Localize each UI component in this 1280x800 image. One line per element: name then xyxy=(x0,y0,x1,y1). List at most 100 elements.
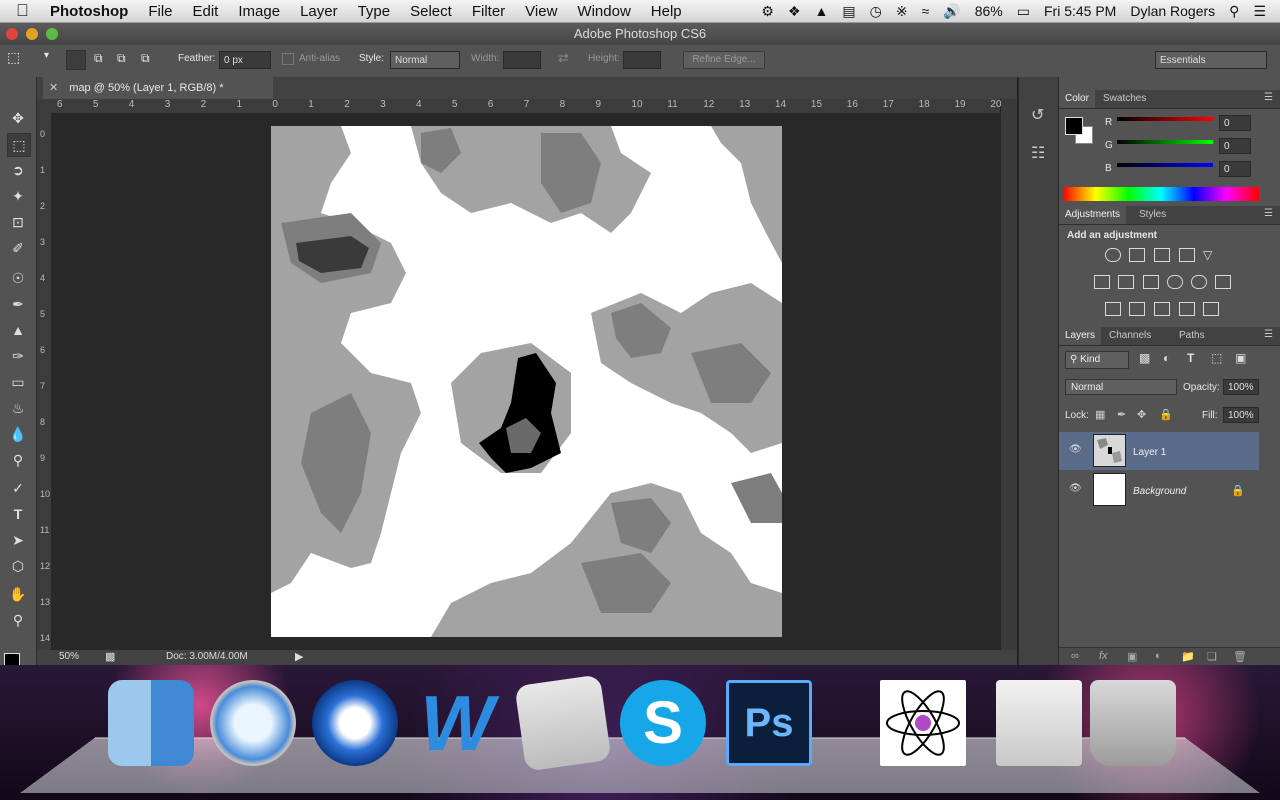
crop-tool-icon[interactable]: ⊡ xyxy=(7,211,29,233)
r-slider[interactable] xyxy=(1117,117,1213,121)
dodge-tool-icon[interactable]: ⚲ xyxy=(7,449,29,471)
vibrance-icon[interactable]: ▽ xyxy=(1203,248,1219,262)
lock-position-icon[interactable]: ✥ xyxy=(1137,408,1146,421)
antialias-checkbox[interactable] xyxy=(282,53,294,65)
height-input[interactable] xyxy=(623,51,661,69)
tab-channels[interactable]: Channels xyxy=(1103,327,1157,345)
document-tab[interactable]: ✕ map @ 50% (Layer 1, RGB/8) * xyxy=(43,77,273,99)
exposure-icon[interactable] xyxy=(1179,248,1195,262)
tab-layers[interactable]: Layers xyxy=(1059,327,1102,345)
menu-app-name[interactable]: Photoshop xyxy=(50,3,128,20)
add-to-selection-icon[interactable]: ⧉ xyxy=(94,51,103,66)
refine-edge-button[interactable]: Refine Edge... xyxy=(683,51,765,69)
photoshop-icon[interactable]: Ps xyxy=(726,680,812,766)
levels-icon[interactable] xyxy=(1129,248,1145,262)
tab-paths[interactable]: Paths xyxy=(1173,327,1211,345)
curves-icon[interactable] xyxy=(1154,248,1170,262)
menu-file[interactable]: File xyxy=(148,3,172,20)
lasso-tool-icon[interactable]: ➲ xyxy=(7,159,29,181)
shape-tool-icon[interactable]: ⬡ xyxy=(7,555,29,577)
brightness-contrast-icon[interactable] xyxy=(1105,248,1121,262)
threshold-icon[interactable] xyxy=(1154,302,1170,316)
minimize-window-button[interactable] xyxy=(26,28,38,40)
map-image[interactable] xyxy=(51,113,1001,653)
foreground-color-chip[interactable] xyxy=(1065,117,1083,135)
visibility-eye-icon[interactable]: 👁 xyxy=(1069,444,1082,455)
type-tool-icon[interactable]: T xyxy=(7,503,29,525)
atom-app-icon[interactable] xyxy=(880,680,966,766)
status-icon-4[interactable]: ▤ xyxy=(842,3,855,20)
menu-type[interactable]: Type xyxy=(358,3,391,20)
magic-wand-tool-icon[interactable]: ✦ xyxy=(7,185,29,207)
selective-color-icon[interactable] xyxy=(1179,302,1195,316)
posterize-icon[interactable] xyxy=(1129,302,1145,316)
clock[interactable]: Fri 5:45 PM xyxy=(1044,3,1116,19)
b-slider[interactable] xyxy=(1117,163,1213,167)
tab-adjustments[interactable]: Adjustments xyxy=(1059,206,1127,224)
status-export-icon[interactable]: ▩ xyxy=(105,650,115,663)
properties-panel-icon[interactable]: ☷ xyxy=(1031,143,1045,163)
zoom-window-button[interactable] xyxy=(46,28,58,40)
healing-brush-tool-icon[interactable]: ☉ xyxy=(7,267,29,289)
menu-filter[interactable]: Filter xyxy=(472,3,505,20)
menu-view[interactable]: View xyxy=(525,3,557,20)
zoom-level[interactable]: 50% xyxy=(59,651,79,662)
opacity-input[interactable]: 100% xyxy=(1223,379,1259,395)
status-icon-3[interactable]: ▲ xyxy=(815,3,829,19)
brush-tool-icon[interactable]: ✒ xyxy=(7,293,29,315)
wifi-icon[interactable]: ≈ xyxy=(922,3,930,19)
g-value[interactable]: 0 xyxy=(1219,138,1251,154)
workspace-select[interactable]: Essentials xyxy=(1155,51,1267,69)
black-white-icon[interactable] xyxy=(1143,275,1159,289)
status-menu-arrow-icon[interactable]: ▶ xyxy=(295,650,303,663)
blur-tool-icon[interactable]: 💧 xyxy=(7,423,29,445)
menu-layer[interactable]: Layer xyxy=(300,3,338,20)
filter-adjustment-icon[interactable]: ◐ xyxy=(1163,351,1170,365)
move-tool-icon[interactable]: ✥ xyxy=(7,107,29,129)
safari-icon[interactable] xyxy=(210,680,296,766)
layer-row-background[interactable]: 👁 Background 🔒 xyxy=(1059,471,1259,509)
layer-style-fx-icon[interactable]: fx xyxy=(1099,650,1108,662)
spotlight-icon[interactable]: ⚲ xyxy=(1229,3,1239,20)
delete-layer-icon[interactable]: 🗑 xyxy=(1233,650,1247,663)
notification-center-icon[interactable]: ☰ xyxy=(1253,3,1266,20)
channel-mixer-icon[interactable] xyxy=(1191,275,1207,289)
blend-mode-select[interactable]: Normal xyxy=(1065,379,1177,395)
g-slider[interactable] xyxy=(1117,140,1213,144)
user-name[interactable]: Dylan Rogers xyxy=(1130,3,1215,19)
skype-icon[interactable]: S xyxy=(620,680,706,766)
intersect-selection-icon[interactable]: ⧉ xyxy=(141,51,150,66)
subtract-from-selection-icon[interactable]: ⧉ xyxy=(117,51,126,66)
mail-icon[interactable] xyxy=(514,674,612,772)
fill-input[interactable]: 100% xyxy=(1223,407,1259,423)
gradient-map-icon[interactable] xyxy=(1203,302,1219,316)
new-selection-icon[interactable] xyxy=(66,50,86,70)
color-panel-menu-icon[interactable]: ☰ xyxy=(1264,92,1273,103)
b-value[interactable]: 0 xyxy=(1219,161,1251,177)
ruler-origin[interactable] xyxy=(37,99,55,113)
lock-all-icon[interactable]: 🔒 xyxy=(1159,408,1173,421)
add-mask-icon[interactable]: ▣ xyxy=(1127,650,1137,663)
status-icon-2[interactable]: ❖ xyxy=(788,3,801,20)
tab-color[interactable]: Color xyxy=(1059,90,1095,108)
menu-edit[interactable]: Edit xyxy=(193,3,219,20)
adjustments-panel-menu-icon[interactable]: ☰ xyxy=(1264,208,1273,219)
invert-icon[interactable] xyxy=(1105,302,1121,316)
swap-width-height-icon[interactable]: ⇄ xyxy=(558,50,569,66)
feather-input[interactable]: 0 px xyxy=(219,51,271,69)
tab-swatches[interactable]: Swatches xyxy=(1097,90,1152,108)
rectangular-marquee-tool-icon[interactable]: ⬚ xyxy=(7,133,31,157)
color-lookup-icon[interactable] xyxy=(1215,275,1231,289)
pen-tool-icon[interactable]: ✓ xyxy=(7,477,29,499)
lock-pixels-icon[interactable]: ✒ xyxy=(1117,408,1126,421)
battery-icon[interactable]: ▭ xyxy=(1017,3,1030,20)
preset-dropdown-icon[interactable]: ▾ xyxy=(44,50,49,61)
hue-saturation-icon[interactable] xyxy=(1094,275,1110,289)
volume-icon[interactable]: 🔊 xyxy=(943,3,960,20)
style-select[interactable]: Normal xyxy=(390,51,460,69)
paint-bucket-tool-icon[interactable]: ♨ xyxy=(7,397,29,419)
r-value[interactable]: 0 xyxy=(1219,115,1251,131)
eyedropper-tool-icon[interactable]: ✐ xyxy=(7,237,29,259)
zoom-tool-icon[interactable]: ⚲ xyxy=(7,609,29,631)
word-icon[interactable]: W xyxy=(414,680,500,766)
